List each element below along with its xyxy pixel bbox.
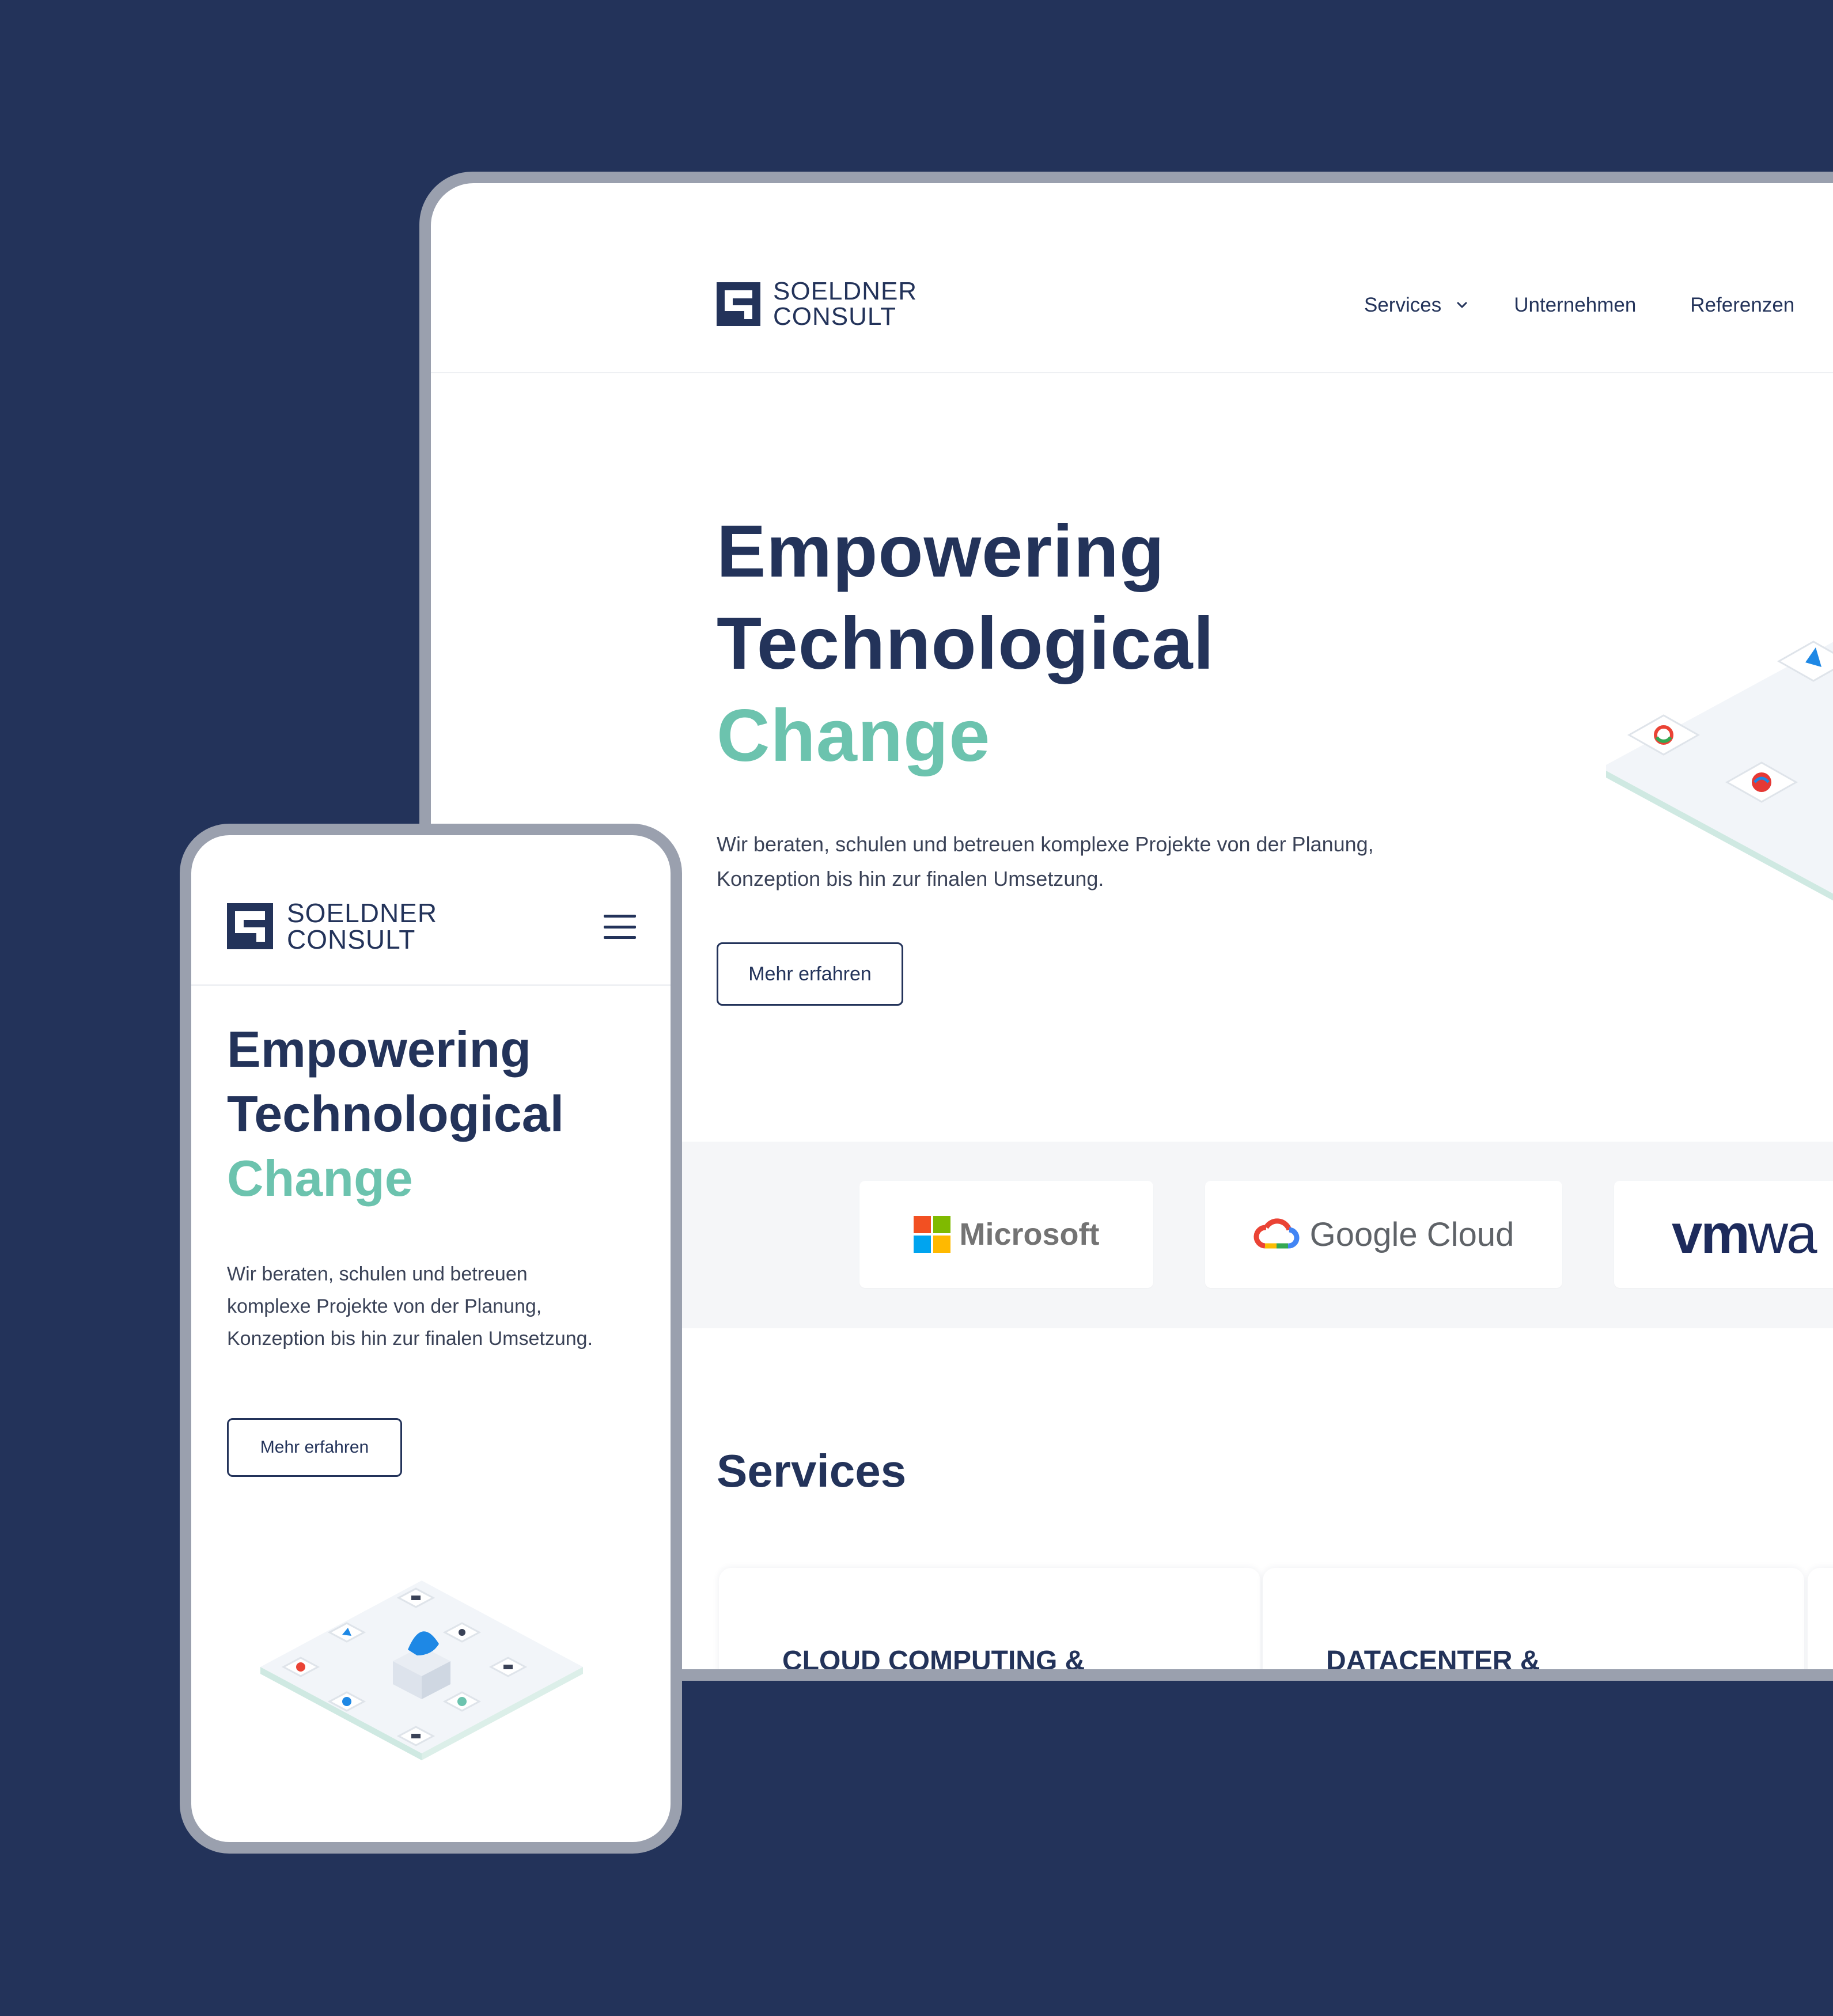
logo-line-2: CONSULT <box>287 924 416 954</box>
hero-title-line-2: Technological <box>717 602 1215 685</box>
partner-card-microsoft[interactable]: Microsoft <box>859 1181 1153 1288</box>
hero-title-line-3: Change <box>717 695 991 777</box>
hero-title-line-2: Technological <box>227 1085 565 1142</box>
partner-card-google-cloud[interactable]: Google Cloud <box>1205 1181 1562 1288</box>
mobile-device-frame: SOELDNER CONSULT Empowering Technologica… <box>180 824 682 1854</box>
logo-line-1: SOELDNER <box>287 898 438 928</box>
partner-card-vmware[interactable]: vmwa <box>1614 1181 1833 1288</box>
logo-wordmark: SOELDNER CONSULT <box>287 900 437 953</box>
logo-line-2: CONSULT <box>773 302 896 331</box>
partner-google-cloud-name: Google Cloud <box>1309 1215 1514 1253</box>
desktop-nav: Services Unternehmen Referenzen <box>1364 294 1794 317</box>
service-card-title: DATACENTER & <box>1326 1646 1540 1669</box>
logo-mark-icon <box>717 282 760 326</box>
mobile-mehr-erfahren-button[interactable]: Mehr erfahren <box>227 1418 402 1477</box>
desktop-hero-title: Empowering Technological Change <box>717 506 1214 782</box>
partner-vmware-name: vmwa <box>1672 1203 1817 1266</box>
nav-services-label: Services <box>1364 294 1442 316</box>
logo-line-1: SOELDNER <box>773 277 918 305</box>
chevron-down-icon <box>1456 300 1468 311</box>
nav-item-services[interactable]: Services <box>1364 294 1468 317</box>
hero-title-line-1: Empowering <box>717 510 1165 593</box>
logo-wordmark: SOELDNER CONSULT <box>773 279 917 329</box>
desktop-logo[interactable]: SOELDNER CONSULT <box>717 279 917 329</box>
partner-microsoft-name: Microsoft <box>959 1217 1100 1252</box>
hamburger-menu-icon[interactable] <box>604 915 636 939</box>
mobile-hero-title: Empowering Technological Change <box>227 1017 564 1211</box>
mobile-logo[interactable]: SOELDNER CONSULT <box>227 900 437 953</box>
google-cloud-logo-icon <box>1253 1218 1300 1249</box>
vmware-light: wa <box>1748 1203 1817 1265</box>
vmware-bold: vm <box>1672 1203 1750 1265</box>
service-card-title: CLOUD COMPUTING & <box>782 1646 1085 1669</box>
nav-item-unternehmen[interactable]: Unternehmen <box>1514 294 1636 317</box>
logo-mark-icon <box>227 903 273 949</box>
microsoft-logo-icon <box>913 1216 950 1253</box>
service-card-partial[interactable] <box>1808 1568 1833 1669</box>
services-section-title: Services <box>717 1445 907 1496</box>
desktop-header: SOELDNER CONSULT Services Unternehmen Re… <box>431 183 1833 373</box>
desktop-mehr-erfahren-button[interactable]: Mehr erfahren <box>717 942 903 1006</box>
nav-item-referenzen[interactable]: Referenzen <box>1690 294 1794 317</box>
isometric-cloud-illustration <box>260 1581 583 1760</box>
service-card-cloud-computing[interactable]: CLOUD COMPUTING & <box>719 1568 1260 1669</box>
mobile-header: SOELDNER CONSULT <box>191 835 671 986</box>
isometric-cloud-illustration <box>1606 641 1833 901</box>
mobile-screen: SOELDNER CONSULT Empowering Technologica… <box>191 835 671 1842</box>
hero-title-line-1: Empowering <box>227 1021 532 1078</box>
desktop-hero-text: Wir beraten, schulen und betreuen komple… <box>717 832 1374 890</box>
service-card-datacenter[interactable]: DATACENTER & <box>1263 1568 1804 1669</box>
hero-title-line-3: Change <box>227 1150 413 1207</box>
mobile-hero-text: Wir beraten, schulen und betreuen komple… <box>227 1263 593 1350</box>
